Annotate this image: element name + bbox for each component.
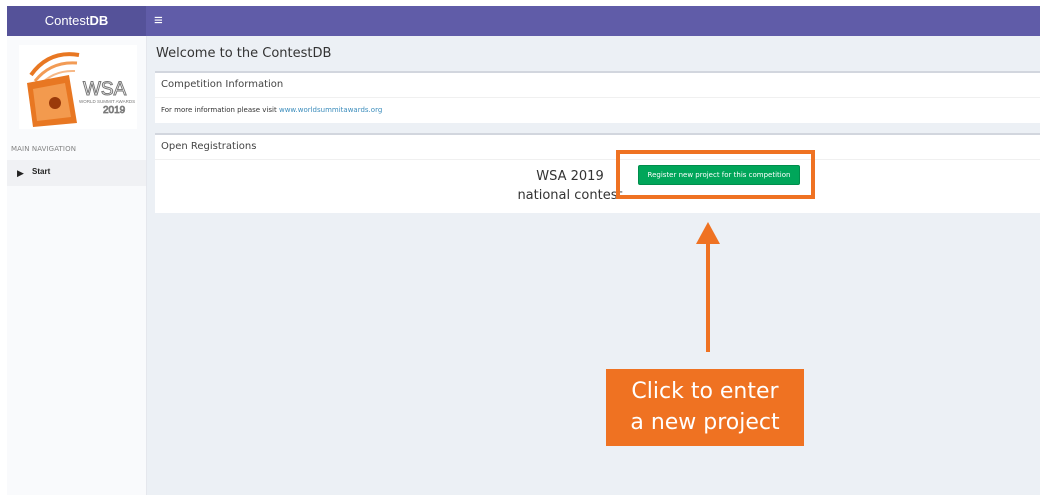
brand-prefix: Contest — [44, 13, 90, 28]
sidebar-item-label: Start — [32, 167, 51, 176]
callout-line-2: a new project — [630, 410, 780, 435]
annotation-callout: Click to enter a new project — [606, 369, 804, 446]
competition-info-body: For more information please visit www.wo… — [155, 98, 1040, 122]
brand-suffix: DB — [89, 13, 109, 28]
competition-info-text: For more information please visit — [161, 106, 279, 114]
logo-year-text: 2019 — [103, 105, 126, 116]
page-title: Welcome to the ContestDB — [156, 46, 332, 61]
logo-sub-text: WORLD SUMMIT AWARDS — [79, 99, 135, 104]
competition-info-box: Competition Information For more informa… — [155, 71, 1040, 123]
contest-name: WSA 2019 national contest — [517, 169, 623, 203]
callout-line-1: Click to enter — [631, 379, 779, 404]
highlight-box — [616, 150, 815, 199]
sidebar-item-start[interactable]: ▶ Start — [7, 160, 146, 186]
wsa-logo: WSA WORLD SUMMIT AWARDS 2019 — [19, 45, 137, 129]
wsa-logo-graphic: WSA WORLD SUMMIT AWARDS 2019 — [27, 52, 135, 127]
main-content: Welcome to the ContestDB Competition Inf… — [147, 36, 1040, 495]
brand-logo[interactable]: ContestDB — [7, 6, 146, 36]
worldsummitawards-link[interactable]: www.worldsummitawards.org — [279, 106, 382, 114]
open-registrations-heading: Open Registrations — [155, 135, 1040, 160]
nav-header: MAIN NAVIGATION — [11, 145, 77, 153]
sidebar: WSA WORLD SUMMIT AWARDS 2019 ▶ Start MAI… — [7, 36, 147, 495]
open-registrations-box: Open Registrations WSA 2019 national con… — [155, 133, 1040, 213]
arrow-up-icon — [696, 222, 720, 352]
top-navbar: ContestDB ≡ — [7, 6, 1040, 36]
logo-main-text: WSA — [83, 79, 127, 100]
hamburger-icon[interactable]: ≡ — [154, 6, 163, 36]
triangle-right-icon: ▶ — [17, 168, 24, 178]
competition-info-heading: Competition Information — [155, 73, 1040, 98]
